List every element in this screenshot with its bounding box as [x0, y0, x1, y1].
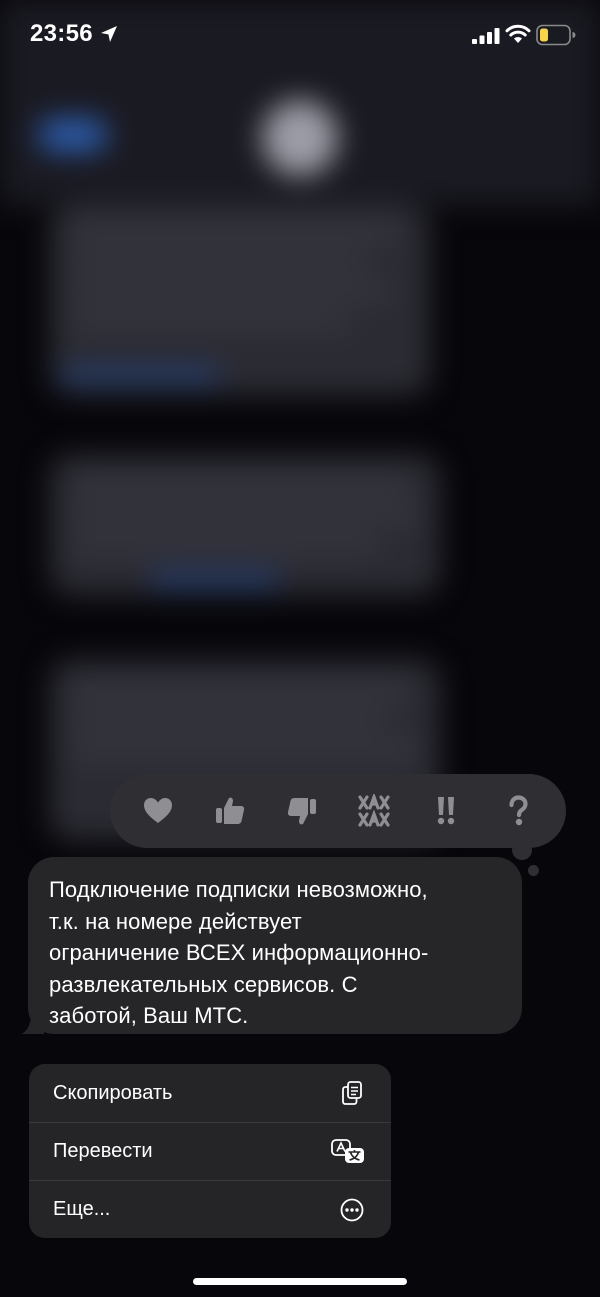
message-line: заботой, Ваш МТС. [49, 1003, 249, 1028]
reaction-haha-button[interactable] [348, 785, 400, 837]
message-text: Подключение подписки невозможно, т.к. на… [49, 874, 502, 1032]
blurred-text-line [70, 478, 410, 490]
question-mark-icon [509, 795, 528, 826]
cellular-signal-icon [472, 28, 500, 44]
reaction-bubble-tail-small [528, 865, 539, 876]
wifi-icon [505, 24, 531, 43]
reaction-picker [110, 774, 566, 848]
thumbs-down-icon [287, 798, 316, 825]
screen: 23:56 Подключение подписки невозможно, т… [0, 0, 600, 1297]
blurred-text-line [70, 684, 410, 696]
blurred-text-line [70, 315, 350, 327]
blurred-text-line [70, 225, 400, 237]
blurred-avatar [262, 100, 338, 176]
message-bubble[interactable]: Подключение подписки невозможно, т.к. на… [28, 857, 522, 1034]
message-line: развлекательных сервисов. С [49, 971, 358, 997]
blurred-text-line [70, 285, 390, 297]
blurred-text-line [70, 538, 380, 550]
menu-item-label: Еще... [53, 1198, 111, 1220]
blurred-text-line [70, 508, 420, 520]
haha-icon [358, 794, 390, 827]
home-indicator[interactable] [193, 1278, 407, 1285]
context-menu: Скопировать Перевести Еще... [29, 1064, 391, 1238]
message-line: т.к. на номере действует [49, 908, 302, 934]
reaction-bubble-tail [512, 840, 532, 860]
reaction-thumbs-up-button[interactable] [204, 785, 256, 837]
menu-item-label: Перевести [53, 1140, 153, 1162]
blurred-link [60, 368, 220, 382]
status-time: 23:56 [30, 20, 93, 47]
more-ellipsis-icon [340, 1198, 364, 1221]
blurred-text-line [70, 255, 370, 267]
menu-item-more[interactable]: Еще... [29, 1180, 391, 1238]
reaction-question-button[interactable] [492, 785, 544, 837]
double-exclamation-icon [437, 797, 455, 825]
copy-icon [342, 1081, 362, 1105]
reaction-thumbs-down-button[interactable] [276, 785, 328, 837]
reaction-exclamation-button[interactable] [420, 785, 472, 837]
blurred-link [150, 572, 280, 586]
blurred-back-button [38, 118, 108, 152]
menu-item-copy[interactable]: Скопировать [29, 1064, 391, 1122]
blurred-text-line [70, 744, 420, 756]
heart-icon [144, 798, 172, 823]
translate-icon [331, 1138, 364, 1163]
battery-low-icon [536, 24, 576, 46]
menu-item-label: Скопировать [53, 1081, 173, 1104]
message-line: Подключение подписки невозможно, [49, 877, 428, 902]
status-bar: 23:56 [0, 0, 600, 70]
location-arrow-icon [101, 26, 117, 42]
message-line: ограничение ВСЕХ информационно- [49, 940, 429, 965]
reaction-heart-button[interactable] [132, 785, 184, 837]
menu-item-translate[interactable]: Перевести [29, 1122, 391, 1180]
thumbs-up-icon [216, 797, 245, 824]
blurred-text-line [70, 714, 390, 726]
